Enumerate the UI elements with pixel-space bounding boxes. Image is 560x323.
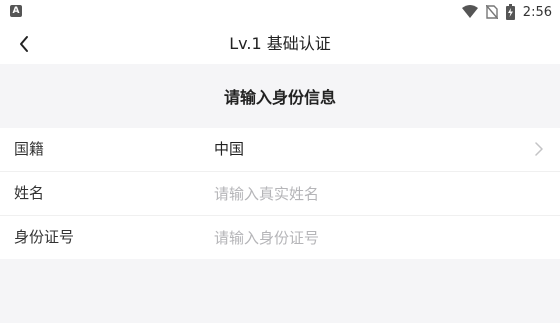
nationality-label: 国籍: [14, 140, 45, 158]
nav-bar: Lv.1 基础认证: [0, 24, 560, 64]
section-header: 请输入身份信息: [0, 64, 560, 128]
page-title: Lv.1 基础认证: [229, 34, 331, 53]
app-notification-icon: A: [10, 5, 22, 17]
no-sim-icon: [485, 5, 498, 19]
id-number-input[interactable]: [214, 227, 514, 249]
nationality-row[interactable]: 国籍 中国: [0, 128, 560, 172]
status-icons: 2:56: [461, 3, 552, 21]
id-number-row: 身份证号: [0, 216, 560, 259]
chevron-right-icon: [535, 142, 543, 156]
battery-icon: [505, 4, 515, 20]
nationality-value: 中国: [214, 140, 245, 158]
name-input[interactable]: [214, 183, 514, 205]
app-badge-text: A: [12, 6, 20, 16]
status-time: 2:56: [522, 4, 552, 20]
status-bar: A 2:56: [0, 0, 560, 24]
wifi-icon: [461, 5, 478, 18]
section-title: 请输入身份信息: [223, 88, 336, 107]
name-row: 姓名: [0, 172, 560, 216]
identity-form: 国籍 中国 姓名 身份证号: [0, 128, 560, 259]
name-label: 姓名: [14, 184, 45, 202]
id-number-label: 身份证号: [14, 228, 75, 246]
